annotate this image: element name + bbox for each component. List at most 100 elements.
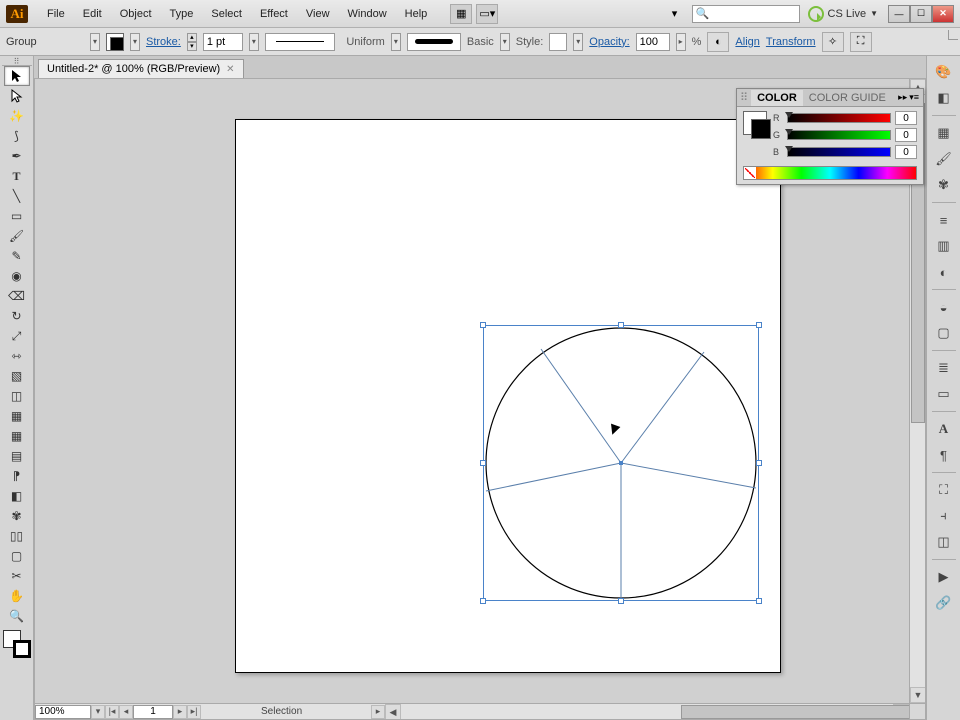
width-tool[interactable]: ⇿ bbox=[4, 346, 30, 366]
perspective-tool[interactable]: ▦ bbox=[4, 406, 30, 426]
menu-effect[interactable]: Effect bbox=[251, 4, 297, 24]
menu-view[interactable]: View bbox=[297, 4, 339, 24]
eyedropper-tool[interactable]: ⁋ bbox=[4, 466, 30, 486]
graphic-style-dropdown[interactable]: ▾ bbox=[573, 33, 583, 51]
pathfinder-panel-icon[interactable]: ◫ bbox=[932, 530, 956, 554]
opacity-label[interactable]: Opacity: bbox=[589, 36, 629, 48]
color-panel-swatch[interactable] bbox=[743, 111, 767, 135]
green-input[interactable]: 0 bbox=[895, 128, 917, 142]
align-panel-icon[interactable]: ⫞ bbox=[932, 504, 956, 528]
menu-help[interactable]: Help bbox=[396, 4, 437, 24]
color-panel-grip-icon[interactable]: ⠿ bbox=[737, 91, 751, 104]
selection-handle[interactable] bbox=[480, 460, 486, 466]
document-tab[interactable]: Untitled-2* @ 100% (RGB/Preview) ✕ bbox=[38, 59, 244, 78]
cs-live-button[interactable]: CS Live ▼ bbox=[808, 6, 878, 22]
panel-menu-icon[interactable]: ▾≡ bbox=[909, 92, 919, 103]
gradient-panel-icon[interactable]: ▥ bbox=[932, 234, 956, 258]
tab-color[interactable]: COLOR bbox=[751, 90, 803, 106]
symbols-panel-icon[interactable]: ✾ bbox=[932, 173, 956, 197]
green-slider[interactable] bbox=[787, 130, 891, 140]
direct-selection-tool[interactable] bbox=[4, 86, 30, 106]
line-tool[interactable]: ╲ bbox=[4, 186, 30, 206]
window-minimize-button[interactable]: — bbox=[888, 5, 910, 23]
panel-collapse-icon[interactable]: ▸▸ bbox=[898, 92, 907, 103]
artboard-next-icon[interactable]: ▸ bbox=[173, 705, 187, 719]
actions-panel-icon[interactable]: ▶ bbox=[932, 565, 956, 589]
appearance-panel-icon[interactable]: ◒ bbox=[932, 295, 956, 319]
symbol-sprayer-tool[interactable]: ✾ bbox=[4, 506, 30, 526]
character-panel-icon[interactable]: A bbox=[932, 417, 956, 441]
rectangle-tool[interactable]: ▭ bbox=[4, 206, 30, 226]
toolbox-grip[interactable]: ⠿ bbox=[2, 58, 32, 66]
paintbrush-tool[interactable]: 🖌 bbox=[4, 226, 30, 246]
free-transform-tool[interactable]: ▧ bbox=[4, 366, 30, 386]
stroke-weight-down[interactable]: ▾ bbox=[187, 42, 197, 51]
brush-dropdown[interactable]: ▾ bbox=[500, 33, 510, 51]
horizontal-scroll-thumb[interactable] bbox=[681, 705, 926, 719]
horizontal-scrollbar[interactable]: ◀ ▶ bbox=[385, 703, 909, 719]
search-input[interactable]: 🔍 bbox=[692, 5, 800, 23]
close-tab-icon[interactable]: ✕ bbox=[226, 64, 234, 75]
magic-wand-tool[interactable]: ✨ bbox=[4, 106, 30, 126]
type-tool[interactable]: T bbox=[4, 166, 30, 186]
selection-bounding-box[interactable] bbox=[483, 325, 759, 601]
window-close-button[interactable]: ✕ bbox=[932, 5, 954, 23]
artboard-prev-icon[interactable]: ◂ bbox=[119, 705, 133, 719]
arrange-icon[interactable]: ▭▾ bbox=[476, 4, 498, 24]
blend-tool[interactable]: ◧ bbox=[4, 486, 30, 506]
isolate-icon[interactable]: ✧ bbox=[822, 32, 844, 52]
red-slider[interactable] bbox=[787, 113, 891, 123]
menu-select[interactable]: Select bbox=[202, 4, 251, 24]
align-label[interactable]: Align bbox=[735, 36, 759, 48]
layers-panel-icon[interactable]: ≣ bbox=[932, 356, 956, 380]
graphic-styles-panel-icon[interactable]: ▢ bbox=[932, 321, 956, 345]
mesh-tool[interactable]: ▦ bbox=[4, 426, 30, 446]
slice-tool[interactable]: ✂ bbox=[4, 566, 30, 586]
transparency-panel-icon[interactable]: ◐ bbox=[932, 260, 956, 284]
selection-handle[interactable] bbox=[480, 322, 486, 328]
control-bar-collapse[interactable] bbox=[948, 30, 958, 40]
artboard-last-icon[interactable]: ▸| bbox=[187, 705, 201, 719]
stroke-weight-input[interactable]: 1 pt bbox=[203, 33, 243, 51]
scroll-down-icon[interactable]: ▼ bbox=[910, 687, 926, 703]
fill-stroke-swatch[interactable] bbox=[106, 33, 124, 51]
color-panel[interactable]: ⠿ COLOR COLOR GUIDE ▸▸ ▾≡ R 0 G bbox=[736, 88, 924, 185]
stroke-weight-dropdown[interactable]: ▾ bbox=[249, 33, 259, 51]
swatch-dropdown[interactable]: ▾ bbox=[130, 33, 140, 51]
menu-object[interactable]: Object bbox=[111, 4, 161, 24]
none-color-icon[interactable] bbox=[744, 167, 756, 179]
rotate-tool[interactable]: ↻ bbox=[4, 306, 30, 326]
pen-tool[interactable]: ✒ bbox=[4, 146, 30, 166]
shape-builder-tool[interactable]: ◫ bbox=[4, 386, 30, 406]
hand-tool[interactable]: ✋ bbox=[4, 586, 30, 606]
column-graph-tool[interactable]: ▯▯ bbox=[4, 526, 30, 546]
color-spectrum[interactable] bbox=[743, 166, 917, 180]
selection-handle[interactable] bbox=[756, 598, 762, 604]
color-guide-panel-icon[interactable]: ◧ bbox=[932, 86, 956, 110]
lasso-tool[interactable]: ⟆ bbox=[4, 126, 30, 146]
selection-handle[interactable] bbox=[618, 322, 624, 328]
zoom-dropdown[interactable]: ▾ bbox=[91, 705, 105, 719]
menu-type[interactable]: Type bbox=[161, 4, 203, 24]
red-input[interactable]: 0 bbox=[895, 111, 917, 125]
window-maximize-button[interactable]: ☐ bbox=[910, 5, 932, 23]
artboards-panel-icon[interactable]: ▭ bbox=[932, 382, 956, 406]
brush-preview[interactable] bbox=[407, 33, 461, 51]
stroke-profile-preview[interactable] bbox=[265, 33, 335, 51]
edit-clip-icon[interactable]: ⛶ bbox=[850, 32, 872, 52]
links-panel-icon[interactable]: 🔗 bbox=[932, 591, 956, 615]
swatches-panel-icon[interactable]: ▦ bbox=[932, 121, 956, 145]
scroll-left-icon[interactable]: ◀ bbox=[385, 704, 401, 720]
selection-handle[interactable] bbox=[756, 460, 762, 466]
blue-slider[interactable] bbox=[787, 147, 891, 157]
artboard-tool[interactable]: ▢ bbox=[4, 546, 30, 566]
zoom-tool[interactable]: 🔍 bbox=[4, 606, 30, 626]
zoom-input[interactable]: 100% bbox=[35, 705, 91, 719]
tab-color-guide[interactable]: COLOR GUIDE bbox=[803, 90, 892, 106]
color-panel-icon[interactable]: 🎨 bbox=[932, 60, 956, 84]
transform-panel-icon[interactable]: ⛶ bbox=[932, 478, 956, 502]
opacity-input[interactable]: 100 bbox=[636, 33, 670, 51]
menu-window[interactable]: Window bbox=[339, 4, 396, 24]
stroke-profile-dropdown[interactable]: ▾ bbox=[391, 33, 401, 51]
selection-tool[interactable] bbox=[4, 66, 30, 86]
